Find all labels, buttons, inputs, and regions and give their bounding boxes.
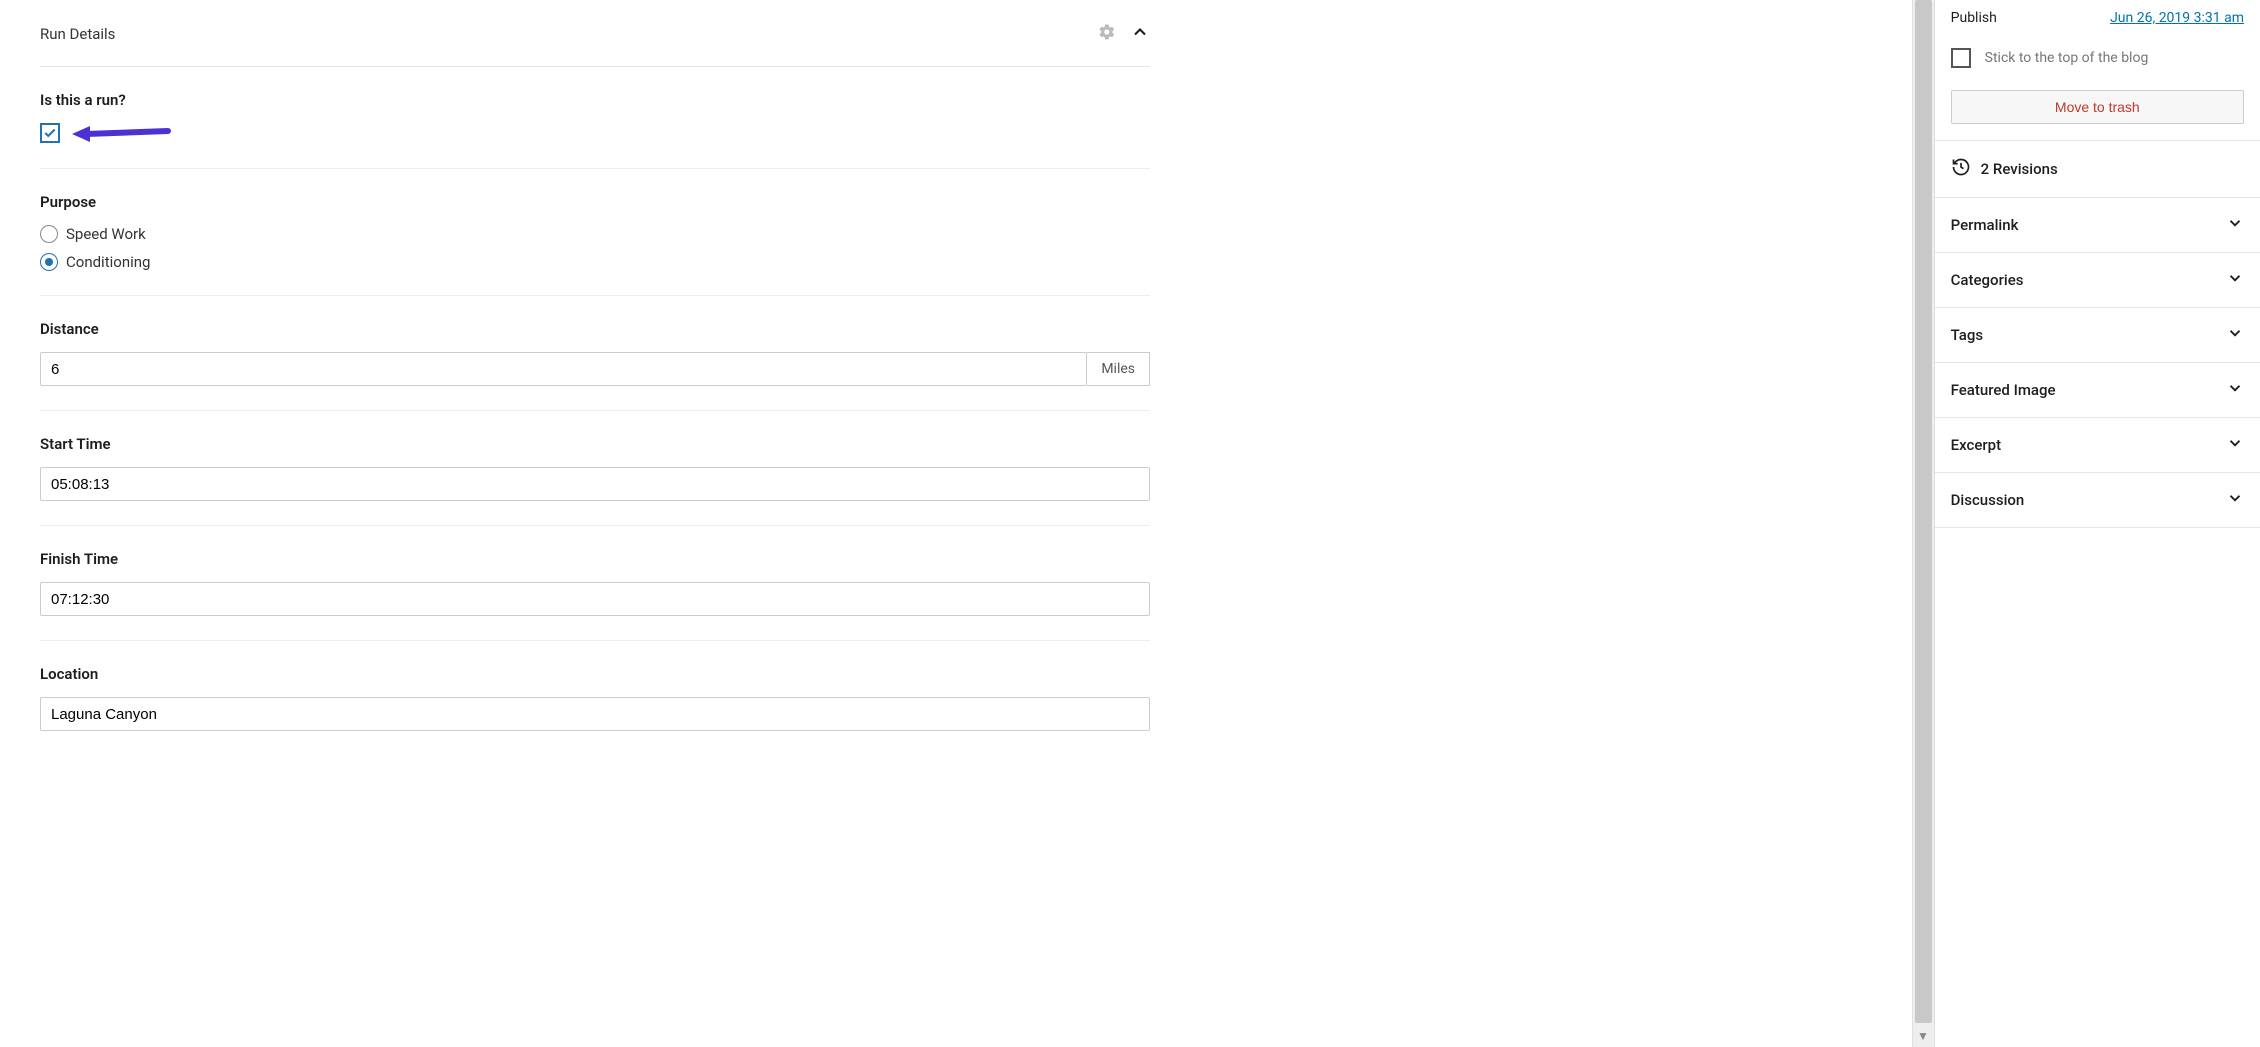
radio-group-purpose: Speed Work Conditioning (40, 225, 1150, 271)
radio-circle-icon (40, 253, 58, 271)
discussion-label: Discussion (1951, 491, 2025, 509)
label-purpose: Purpose (40, 193, 1150, 211)
panel-header: Run Details (40, 0, 1150, 67)
input-start-time[interactable] (40, 467, 1150, 501)
field-is-run: Is this a run? (40, 67, 1150, 169)
field-purpose: Purpose Speed Work Conditioning (40, 169, 1150, 296)
chevron-down-icon (2226, 489, 2244, 511)
sidebar-wrapper: ▼ Publish Jun 26, 2019 3:31 am Stick to … (1912, 0, 2260, 1047)
excerpt-label: Excerpt (1951, 436, 2001, 454)
checkbox-stick-top[interactable] (1951, 48, 1971, 68)
revisions-label: 2 Revisions (1981, 160, 2058, 178)
sidebar-stick-row: Stick to the top of the blog (1935, 32, 2260, 84)
field-start-time: Start Time (40, 411, 1150, 526)
annotation-arrow (68, 119, 178, 153)
label-finish-time: Finish Time (40, 550, 1150, 568)
tags-label: Tags (1951, 326, 1983, 344)
radio-label: Conditioning (66, 253, 150, 271)
publish-label: Publish (1951, 10, 1997, 26)
input-location[interactable] (40, 697, 1150, 731)
sidebar-permalink[interactable]: Permalink (1935, 197, 2260, 252)
categories-label: Categories (1951, 271, 2024, 289)
label-location: Location (40, 665, 1150, 683)
main-scrollbar[interactable]: ▼ (1912, 0, 1934, 1047)
sidebar-categories[interactable]: Categories (1935, 252, 2260, 307)
stick-label: Stick to the top of the blog (1985, 50, 2149, 66)
move-to-trash-button[interactable]: Move to trash (1951, 90, 2244, 124)
sidebar-discussion[interactable]: Discussion (1935, 472, 2260, 528)
label-is-run: Is this a run? (40, 91, 1150, 109)
panel-actions (1098, 22, 1150, 46)
chevron-down-icon (2226, 269, 2244, 291)
chevron-down-icon (2226, 434, 2244, 456)
scroll-down-icon[interactable]: ▼ (1917, 1029, 1929, 1043)
sidebar: Publish Jun 26, 2019 3:31 am Stick to th… (1934, 0, 2260, 1047)
chevron-down-icon (2226, 379, 2244, 401)
sidebar-publish-row: Publish Jun 26, 2019 3:31 am (1935, 0, 2260, 32)
panel-run-details: Run Details Is this a run? (0, 0, 1190, 775)
radio-speed-work[interactable]: Speed Work (40, 225, 1150, 243)
chevron-up-icon[interactable] (1130, 22, 1150, 46)
field-finish-time: Finish Time (40, 526, 1150, 641)
panel-title: Run Details (40, 25, 115, 43)
chevron-down-icon (2226, 324, 2244, 346)
sidebar-featured-image[interactable]: Featured Image (1935, 362, 2260, 417)
gear-icon[interactable] (1098, 23, 1116, 45)
main-content: Run Details Is this a run? (0, 0, 1912, 1047)
field-distance: Distance Miles (40, 296, 1150, 411)
sidebar-revisions[interactable]: 2 Revisions (1935, 140, 2260, 197)
label-start-time: Start Time (40, 435, 1150, 453)
publish-date-link[interactable]: Jun 26, 2019 3:31 am (2110, 10, 2244, 26)
chevron-down-icon (2226, 214, 2244, 236)
radio-circle-icon (40, 225, 58, 243)
input-distance[interactable] (40, 352, 1087, 386)
radio-dot-icon (45, 258, 53, 266)
field-location: Location (40, 641, 1150, 755)
sidebar-tags[interactable]: Tags (1935, 307, 2260, 362)
label-distance: Distance (40, 320, 1150, 338)
radio-label: Speed Work (66, 225, 146, 243)
distance-unit: Miles (1087, 352, 1150, 386)
checkbox-is-run[interactable] (40, 123, 60, 143)
radio-conditioning[interactable]: Conditioning (40, 253, 1150, 271)
sidebar-excerpt[interactable]: Excerpt (1935, 417, 2260, 472)
input-finish-time[interactable] (40, 582, 1150, 616)
featured-image-label: Featured Image (1951, 381, 2056, 399)
scrollbar-thumb[interactable] (1915, 0, 1932, 1023)
history-icon (1951, 157, 1971, 181)
permalink-label: Permalink (1951, 216, 2019, 234)
